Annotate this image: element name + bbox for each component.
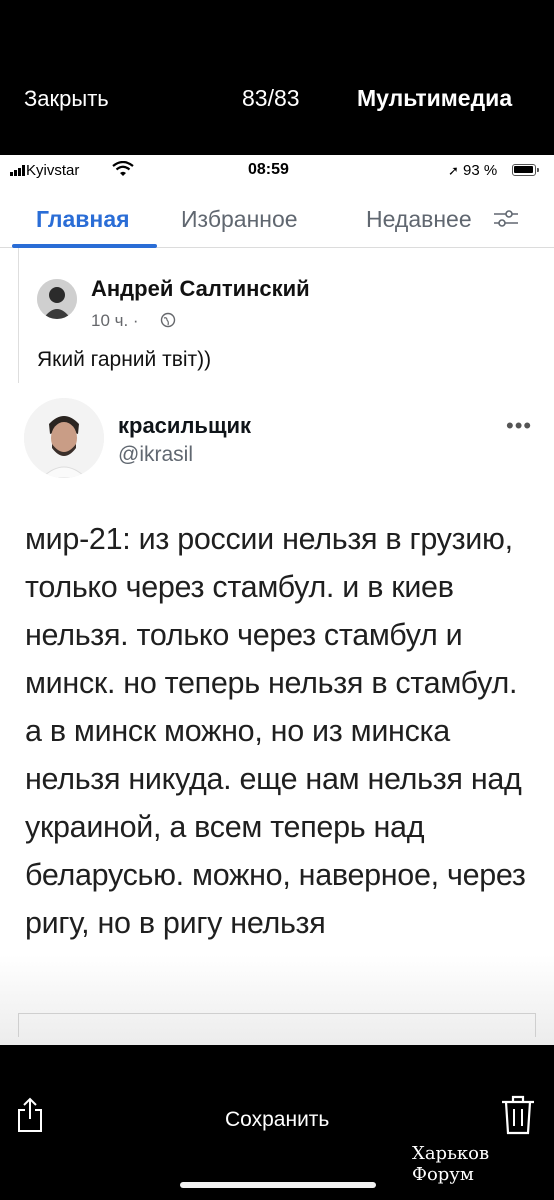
location-arrow-icon: ➚ — [448, 163, 459, 178]
close-button[interactable]: Закрыть — [24, 86, 109, 112]
sliders-icon[interactable] — [493, 208, 519, 230]
post-time: 10 ч. · — [91, 311, 139, 330]
tweet-avatar[interactable] — [24, 398, 104, 478]
home-indicator — [180, 1182, 376, 1188]
avatar[interactable] — [37, 279, 77, 319]
tab-main[interactable]: Главная — [36, 206, 130, 233]
signal-icon — [10, 165, 25, 176]
battery-percent: 93 % — [463, 162, 498, 179]
tweet-display-name[interactable]: красильщик — [118, 413, 251, 439]
post-text: Який гарний твіт)) — [37, 348, 212, 371]
wifi-icon — [112, 161, 134, 176]
more-dots-icon[interactable]: ••• — [506, 413, 532, 439]
status-time: 08:59 — [248, 161, 289, 178]
media-counter: 83/83 — [242, 85, 300, 111]
tweet-text: мир-21: из россии нельзя в грузию, тольк… — [25, 522, 526, 940]
save-button[interactable]: Сохранить — [225, 1108, 329, 1132]
card-frame — [18, 1013, 536, 1037]
carrier-name: Kyivstar — [26, 162, 80, 179]
tab-bar: Главная Избранное Недавнее — [0, 190, 554, 248]
status-bar: Kyivstar 08:59 ➚ 93 % — [0, 155, 554, 187]
viewer-top-bar: Закрыть 83/83 Мультимедиа — [0, 0, 554, 155]
media-button[interactable]: Мультимедиа — [357, 85, 512, 112]
tab-recent[interactable]: Недавнее — [366, 206, 472, 233]
battery-icon — [512, 164, 536, 176]
globe-icon — [160, 312, 176, 328]
viewer-bottom-bar: Сохранить Харьков Форум — [0, 1045, 554, 1200]
tab-favorites[interactable]: Избранное — [181, 206, 298, 233]
trash-icon[interactable] — [500, 1095, 536, 1135]
screenshot-image: Kyivstar 08:59 ➚ 93 % Главная Избранное … — [0, 155, 554, 1045]
tweet-handle[interactable]: @ikrasil — [118, 443, 193, 467]
battery-nub — [537, 168, 539, 172]
tweet-embed: красильщик @ikrasil ••• мир-21: из росси… — [0, 395, 554, 1045]
post-card: Андрей Салтинский 10 ч. · Який гарний тв… — [18, 248, 554, 383]
watermark-text: Харьков Форум — [412, 1143, 490, 1185]
share-icon[interactable] — [16, 1097, 44, 1133]
post-author[interactable]: Андрей Салтинский — [91, 276, 310, 302]
